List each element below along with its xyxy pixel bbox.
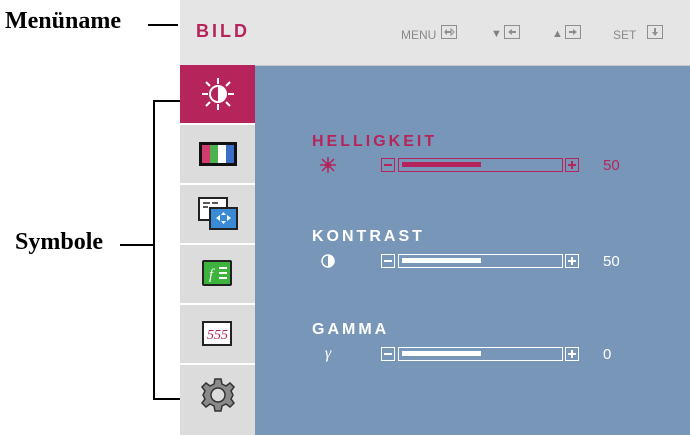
symbols-leader-line bbox=[120, 244, 154, 246]
gamma-track[interactable] bbox=[398, 347, 563, 361]
brightness-label: HELLIGKEIT bbox=[312, 133, 438, 150]
menu-key-label: MENU bbox=[401, 28, 437, 42]
brightness-contrast-icon bbox=[201, 78, 234, 110]
sidebar-item-picture[interactable] bbox=[180, 65, 255, 125]
gamma-increase-button[interactable] bbox=[565, 347, 579, 361]
symbols-bracket-bottom bbox=[153, 398, 180, 400]
contrast-fill bbox=[402, 258, 481, 263]
brightness-track[interactable] bbox=[398, 158, 563, 172]
half-circle-icon bbox=[320, 253, 336, 269]
svg-text:555: 555 bbox=[207, 328, 228, 343]
contrast-value: 50 bbox=[603, 253, 620, 270]
osd-menu: BILD MENU ▼ ▲ SET f 555 HELLIGKEIT 50 KO… bbox=[180, 0, 690, 435]
sidebar-item-position[interactable] bbox=[180, 185, 255, 245]
function-icon: f bbox=[201, 260, 232, 286]
arrow-down-icon[interactable] bbox=[647, 25, 663, 39]
brightness-fill bbox=[402, 162, 481, 167]
color-bars-icon bbox=[198, 142, 237, 166]
brightness-decrease-button[interactable] bbox=[381, 158, 395, 172]
menu-name-leader-line bbox=[148, 24, 178, 26]
contrast-slider[interactable] bbox=[381, 254, 581, 270]
up-triangle-label: ▲ bbox=[552, 28, 563, 40]
symbols-bracket-top bbox=[153, 100, 180, 102]
contrast-track[interactable] bbox=[398, 254, 563, 268]
menu-title: BILD bbox=[196, 21, 250, 41]
gamma-fill bbox=[402, 351, 481, 356]
arrow-left-icon[interactable] bbox=[504, 25, 520, 39]
sidebar-item-signal[interactable]: 555 bbox=[180, 305, 255, 365]
gamma-decrease-button[interactable] bbox=[381, 347, 395, 361]
settings-gear-icon bbox=[200, 378, 235, 412]
brightness-value: 50 bbox=[603, 157, 620, 174]
down-triangle-label: ▼ bbox=[491, 28, 502, 40]
symbol-sidebar: f 555 bbox=[180, 65, 255, 435]
contrast-label: KONTRAST bbox=[312, 228, 425, 245]
gamma-symbol: γ bbox=[324, 345, 332, 362]
brightness-slider[interactable] bbox=[381, 158, 581, 174]
sidebar-item-color[interactable] bbox=[180, 125, 255, 185]
sidebar-item-function[interactable]: f bbox=[180, 245, 255, 305]
menu-enter-icon[interactable] bbox=[441, 25, 457, 39]
brightness-increase-button[interactable] bbox=[565, 158, 579, 172]
osd-header: BILD MENU ▼ ▲ SET bbox=[180, 0, 690, 66]
contrast-decrease-button[interactable] bbox=[381, 254, 395, 268]
gamma-value: 0 bbox=[603, 346, 612, 363]
symbols-annotation: Symbole bbox=[15, 229, 104, 255]
contrast-increase-button[interactable] bbox=[565, 254, 579, 268]
menu-name-annotation: Menüname bbox=[5, 8, 121, 34]
arrow-right-icon[interactable] bbox=[565, 25, 581, 39]
set-key-label: SET bbox=[613, 28, 637, 42]
sun-icon bbox=[320, 157, 336, 173]
screen-position-icon bbox=[197, 197, 238, 230]
sidebar-item-setup[interactable] bbox=[180, 365, 255, 425]
symbols-bracket-vertical bbox=[153, 100, 155, 400]
signal-wave-icon: 555 bbox=[201, 321, 232, 346]
gamma-label: GAMMA bbox=[312, 321, 390, 338]
gamma-slider[interactable] bbox=[381, 347, 581, 363]
